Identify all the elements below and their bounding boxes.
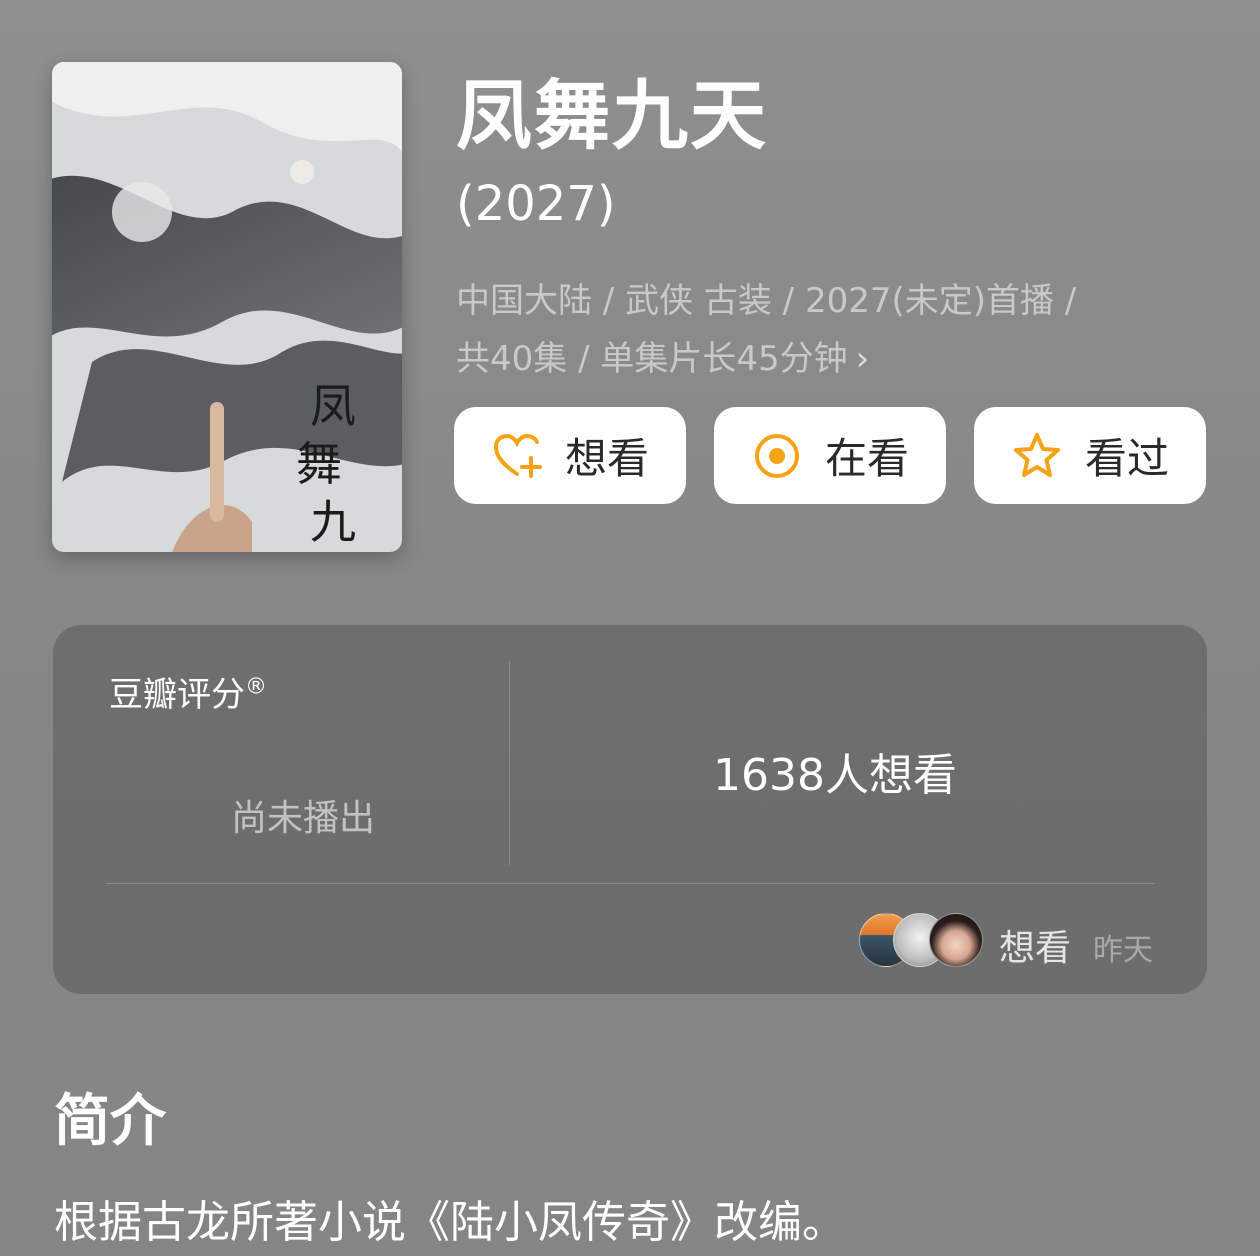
avatar <box>929 913 983 967</box>
rating-status: 尚未播出 <box>231 798 376 839</box>
horizontal-divider <box>106 883 1154 884</box>
svg-text:凤: 凤 <box>310 379 356 433</box>
watching-button[interactable]: 在看 <box>714 407 946 504</box>
rating-brand: 豆瓣评分® <box>109 667 267 716</box>
target-icon <box>754 433 799 478</box>
meta-line-2-text: 共40集 / 单集片长45分钟 <box>456 339 848 379</box>
poster-image[interactable]: 凤 舞 九 <box>52 62 402 552</box>
activity-label: 想看 <box>999 928 1072 969</box>
show-year: (2027) <box>456 176 616 232</box>
show-title: 凤舞九天 <box>456 71 768 160</box>
summary-text[interactable]: 根据古龙所著小说《陆小凤传奇》改编。 <box>54 1186 846 1250</box>
watched-label: 看过 <box>1084 434 1169 483</box>
vertical-divider <box>509 661 510 865</box>
svg-text:舞: 舞 <box>296 437 342 491</box>
watched-button[interactable]: 看过 <box>974 407 1206 504</box>
star-icon <box>1013 432 1060 477</box>
summary-title: 简介 <box>54 1089 166 1154</box>
meta-line-2: 共40集 / 单集片长45分钟 › <box>456 330 1196 388</box>
svg-text:九: 九 <box>310 495 356 549</box>
want-count[interactable]: 1638人想看 <box>713 739 957 803</box>
registered-mark: ® <box>245 674 267 700</box>
meta-line-1: 中国大陆 / 武侠 古装 / 2027(未定)首播 / <box>456 281 1077 321</box>
poster-art: 凤 舞 九 <box>52 62 402 552</box>
avatar-group[interactable] <box>859 913 983 967</box>
show-meta[interactable]: 中国大陆 / 武侠 古装 / 2027(未定)首播 / 共40集 / 单集片长4… <box>456 272 1196 388</box>
rating-card[interactable]: 豆瓣评分® 尚未播出 1638人想看 想看 昨天 <box>53 625 1207 994</box>
watching-label: 在看 <box>824 434 909 483</box>
rating-brand-text: 豆瓣评分 <box>109 675 245 715</box>
want-label: 想看 <box>564 434 649 483</box>
heart-plus-icon <box>493 433 542 478</box>
activity-time: 昨天 <box>1093 933 1153 968</box>
want-button[interactable]: 想看 <box>454 407 686 504</box>
chevron-right-icon: › <box>855 339 870 379</box>
